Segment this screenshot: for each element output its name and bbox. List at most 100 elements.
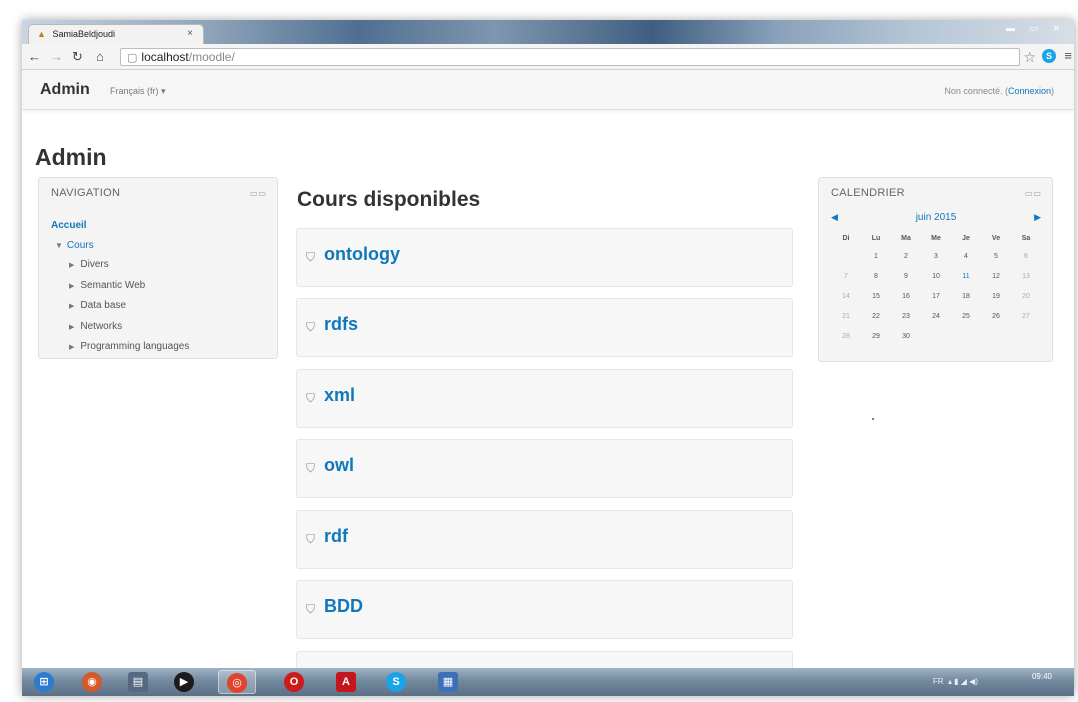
next-month-icon[interactable]: ▶	[1034, 212, 1041, 223]
taskbar-clock[interactable]: 09:40	[1032, 672, 1052, 682]
calendar-day	[921, 326, 951, 346]
calendar-day[interactable]: 26	[981, 306, 1011, 326]
window-controls[interactable]: ▬ ▭ ✕	[1006, 23, 1066, 34]
calendar-day[interactable]: 19	[981, 286, 1011, 306]
block-dock-icon[interactable]: ▭▭	[250, 189, 267, 198]
navigation-block: NAVIGATION ▭▭ Accueil ▼ Cours ▶ Divers ▶ Se…	[38, 177, 278, 359]
block-dock-icon[interactable]: ▭▭	[1025, 189, 1042, 198]
calendar-weekday-row: Di Lu Ma Me Je Ve Sa	[831, 230, 1041, 246]
taskbar-app-button[interactable]: ▶	[166, 670, 204, 694]
course-info-icon: ⛉	[306, 250, 316, 264]
calendar-day	[981, 326, 1011, 346]
taskbar-app-button[interactable]: S	[378, 670, 416, 694]
calendar-day[interactable]: 12	[981, 266, 1011, 286]
nav-courses-node[interactable]: ▼ Cours	[51, 236, 189, 256]
weekday-label: Me	[931, 234, 941, 242]
course-link[interactable]: owl	[324, 455, 354, 476]
taskbar-app-button[interactable]: ▦	[430, 670, 468, 694]
calendar-day[interactable]: 6	[1011, 246, 1041, 266]
tab-close-icon[interactable]: ×	[187, 28, 193, 39]
course-info-icon: ⛉	[306, 602, 316, 616]
weekday-label: Lu	[871, 234, 881, 242]
nav-course-category[interactable]: ▶ Divers	[51, 255, 189, 276]
browser-address-bar: ← → ↻ ⌂ ▢ localhost/moodle/ ☆ S ≡	[22, 44, 1074, 70]
calendar-day[interactable]: 29	[861, 326, 891, 346]
calendar-day[interactable]: 1	[861, 246, 891, 266]
calendar-block: CALENDRIER ▭▭ ◀ juin 2015 ▶ Di Lu Ma Me …	[818, 177, 1053, 362]
system-tray[interactable]: FR ▴ ▮ ◢ ◀)	[933, 677, 978, 686]
site-brand-link[interactable]: Admin	[40, 81, 90, 99]
calendar-day[interactable]: 13	[1011, 266, 1041, 286]
nav-courses-label: Cours	[66, 239, 94, 251]
nav-course-category[interactable]: ▶ Programming languages	[51, 337, 189, 358]
calendar-day[interactable]: 4	[951, 246, 981, 266]
calendar-day[interactable]: 23	[891, 306, 921, 326]
calendar-day[interactable]: 16	[891, 286, 921, 306]
calendar-week-row: 7 8 9 10 11 12 13	[831, 266, 1041, 286]
calendar-day[interactable]: 8	[861, 266, 891, 286]
available-courses-heading: Cours disponibles	[297, 188, 481, 211]
calendar-day[interactable]: 10	[921, 266, 951, 286]
nav-category-label: Data base	[80, 300, 126, 311]
nav-home-link[interactable]: Accueil	[51, 216, 189, 236]
navigation-tree: Accueil ▼ Cours ▶ Divers ▶ Semantic Web ▶ Da…	[51, 216, 189, 358]
taskbar-app-button[interactable]: ▤	[120, 670, 158, 694]
calendar-day[interactable]: 28	[831, 326, 861, 346]
calendar-day[interactable]: 30	[891, 326, 921, 346]
calendar-month-link[interactable]: juin 2015	[831, 212, 1041, 223]
login-link[interactable]: Connexion	[1008, 86, 1051, 96]
start-button[interactable]: ⊞	[26, 670, 64, 694]
calendar-day[interactable]: 21	[831, 306, 861, 326]
calendar-day[interactable]: 11	[951, 266, 981, 286]
forward-arrow-icon[interactable]: →	[50, 49, 63, 64]
calendar-day[interactable]: 27	[1011, 306, 1041, 326]
taskbar-app-button[interactable]: O	[276, 670, 314, 694]
browser-menu-icon[interactable]: ≡	[1064, 48, 1072, 63]
skype-icon: S	[386, 672, 406, 692]
taskbar-app-button[interactable]: ◉	[74, 670, 112, 694]
bookmark-star-icon[interactable]: ☆	[1023, 49, 1036, 66]
nav-course-category[interactable]: ▶ Networks	[51, 317, 189, 338]
browser-tab[interactable]: ▲ SamiaBeldjoudi ×	[28, 24, 204, 44]
calendar-day[interactable]: 15	[861, 286, 891, 306]
course-link[interactable]: xml	[324, 385, 355, 406]
taskbar-app-button[interactable]: A	[328, 670, 366, 694]
calendar-day[interactable]: 9	[891, 266, 921, 286]
calendar-day[interactable]: 14	[831, 286, 861, 306]
firefox-icon: ◉	[82, 672, 102, 692]
back-arrow-icon[interactable]: ←	[28, 49, 41, 64]
calendar-day[interactable]: 24	[921, 306, 951, 326]
skype-extension-icon[interactable]: S	[1042, 49, 1056, 63]
taskbar-app-button[interactable]: ◎	[218, 670, 256, 694]
calendar-day[interactable]: 20	[1011, 286, 1041, 306]
calendar-day[interactable]: 18	[951, 286, 981, 306]
calendar-week-row: 21 22 23 24 25 26 27	[831, 306, 1041, 326]
calendar-day[interactable]: 5	[981, 246, 1011, 266]
page-icon: ▢	[127, 52, 138, 64]
nav-course-category[interactable]: ▶ Semantic Web	[51, 276, 189, 297]
course-link[interactable]: rdfs	[324, 314, 358, 335]
nav-category-label: Semantic Web	[80, 279, 146, 291]
language-selector[interactable]: Français (fr) ▾	[110, 86, 166, 97]
calendar-day[interactable]: 17	[921, 286, 951, 306]
reload-icon[interactable]: ↻	[72, 49, 83, 65]
course-link[interactable]: BDD	[324, 596, 363, 617]
home-icon[interactable]: ⌂	[96, 49, 104, 64]
weekday-label: Ve	[991, 234, 1001, 242]
calendar-grid: Di Lu Ma Me Je Ve Sa 1 2 3 4 5 6 7 8 9 10 11 12 13 14…	[831, 230, 1041, 346]
calendar-day[interactable]: 25	[951, 306, 981, 326]
course-link[interactable]: rdf	[324, 526, 348, 547]
calendar-day[interactable]: 3	[921, 246, 951, 266]
language-indicator[interactable]: FR	[933, 677, 944, 686]
course-link[interactable]: ontology	[324, 244, 400, 265]
acrobat-reader-icon: A	[336, 672, 356, 692]
page-title: Admin	[35, 144, 107, 170]
calendar-day[interactable]: 7	[831, 266, 861, 286]
url-input[interactable]: ▢ localhost/moodle/	[120, 48, 1020, 66]
weekday-label: Je	[962, 234, 970, 242]
calendar-day[interactable]: 22	[861, 306, 891, 326]
course-box: ⛉ rdfs	[296, 298, 793, 357]
calendar-day[interactable]: 2	[891, 246, 921, 266]
nav-course-category[interactable]: ▶ Data base	[51, 296, 189, 317]
calendar-day	[951, 326, 981, 346]
